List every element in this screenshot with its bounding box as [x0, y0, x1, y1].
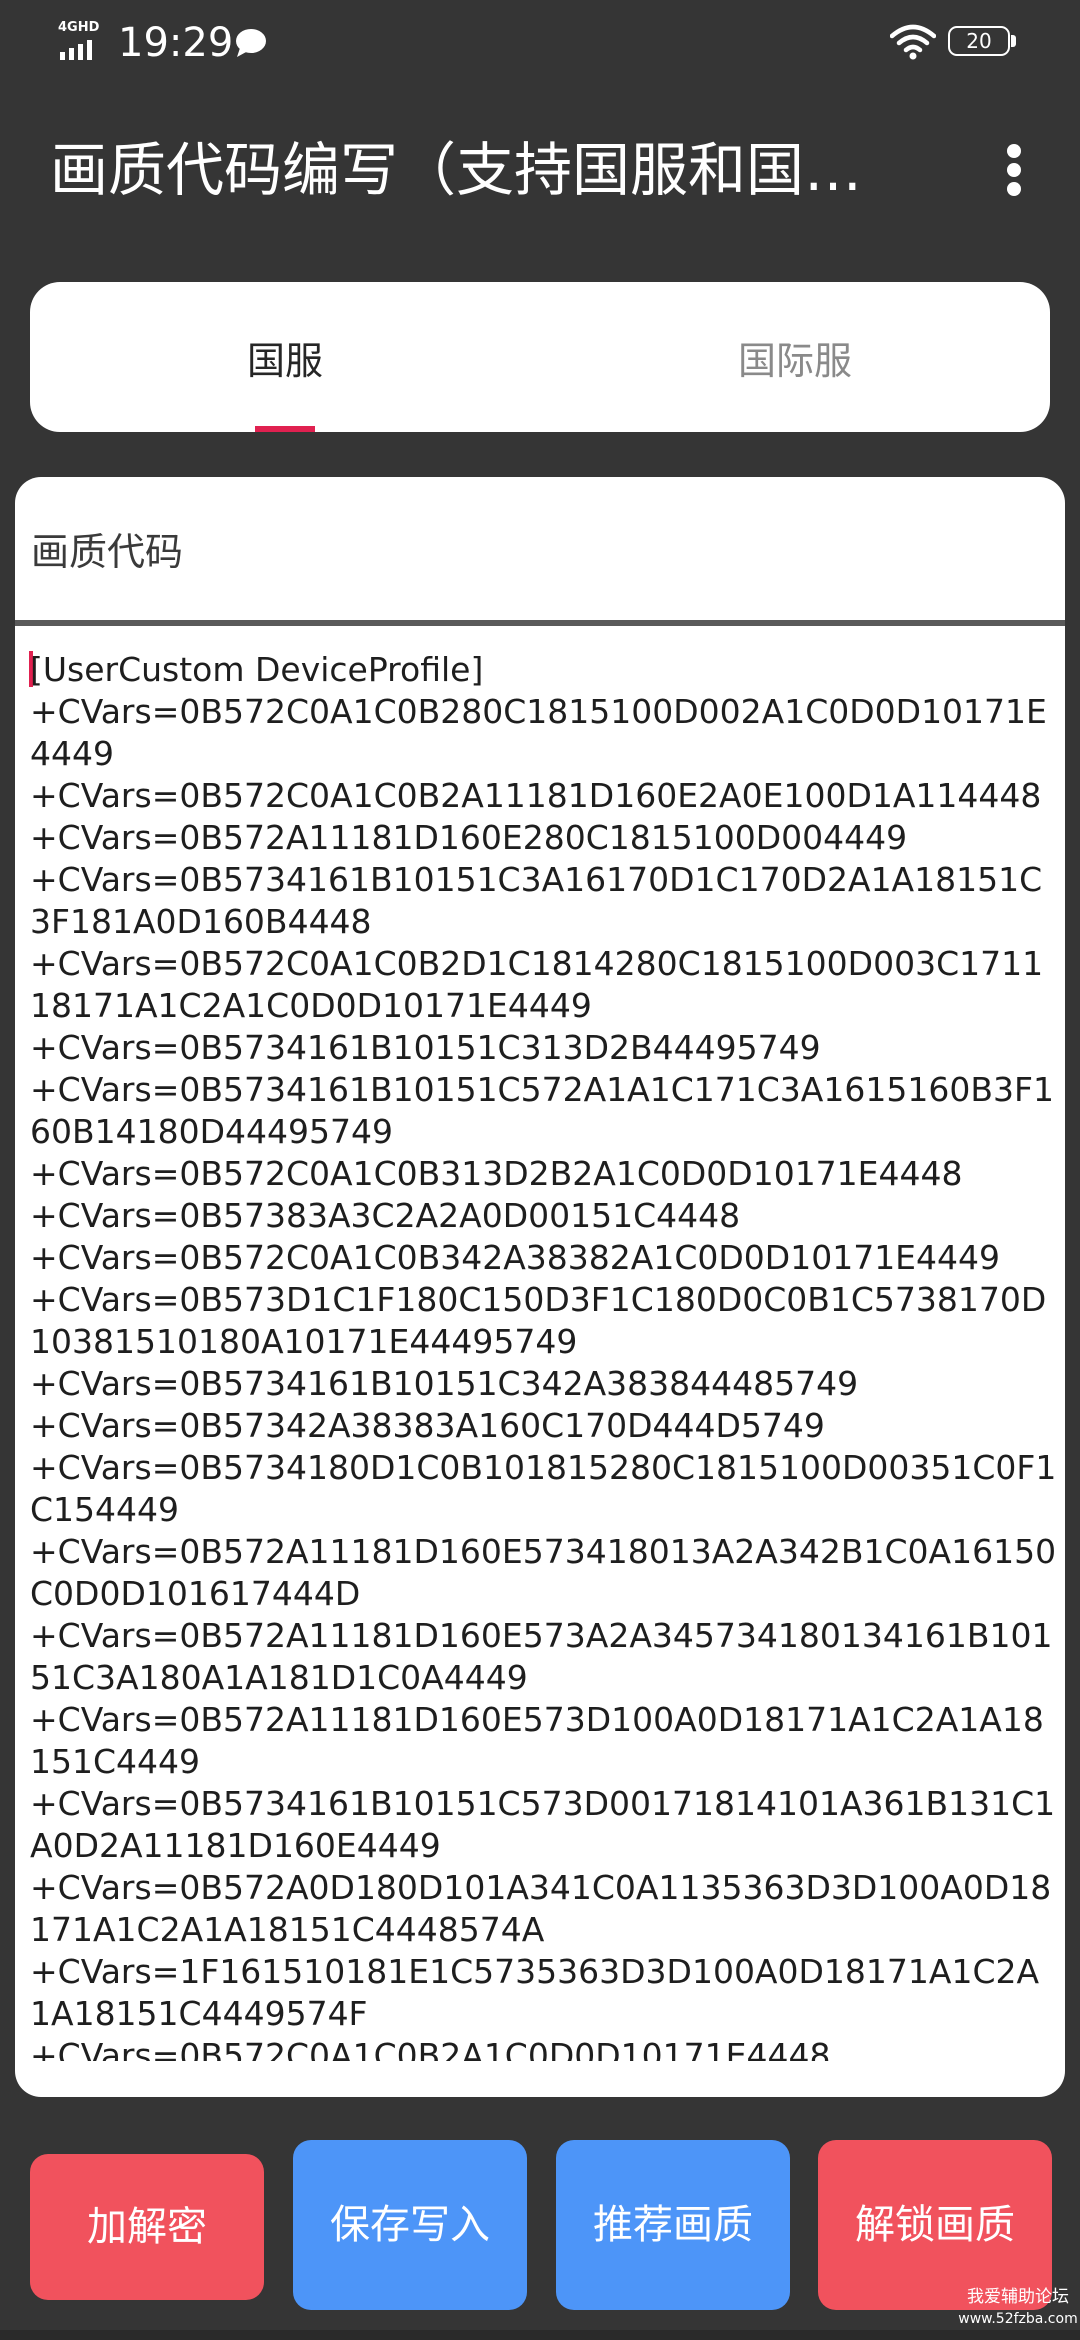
code-editor-card: 画质代码 [UserCustom DeviceProfile] +CVars=0… — [15, 477, 1065, 2097]
recommend-quality-button[interactable]: 推荐画质 — [556, 2140, 790, 2310]
code-textarea[interactable]: [UserCustom DeviceProfile] +CVars=0B572C… — [30, 649, 1060, 2061]
editor-header: 画质代码 — [31, 530, 184, 574]
watermark-name: 我爱辅助论坛 — [967, 2287, 1069, 2307]
action-button-row: 加解密 保存写入 推荐画质 解锁画质 — [0, 2140, 1080, 2310]
encrypt-decrypt-button[interactable]: 加解密 — [30, 2154, 264, 2300]
network-type: 4GHD — [58, 20, 100, 35]
battery-level: 20 — [948, 26, 1010, 56]
editor-divider — [15, 620, 1065, 626]
signal-icon: 4GHD — [58, 20, 108, 60]
wifi-icon — [890, 24, 936, 60]
watermark: 我爱辅助论坛 www.52fzba.com — [958, 2286, 1078, 2330]
status-bar: 4GHD 19:29 20 — [0, 0, 1080, 90]
more-vertical-icon[interactable] — [994, 130, 1034, 210]
status-time: 19:29 — [118, 20, 234, 66]
bottom-strip — [0, 2330, 1080, 2340]
watermark-url: www.52fzba.com — [958, 2311, 1078, 2327]
save-write-button[interactable]: 保存写入 — [293, 2140, 527, 2310]
chat-bubble-icon — [236, 29, 266, 57]
tab-global-server[interactable]: 国际服 — [540, 282, 1050, 432]
tab-indicator — [255, 426, 315, 432]
unlock-quality-button[interactable]: 解锁画质 — [818, 2140, 1052, 2310]
battery-icon: 20 — [948, 26, 1018, 58]
code-content: [UserCustom DeviceProfile] +CVars=0B572C… — [30, 650, 1057, 2061]
app-title: 画质代码编写（支持国服和国… — [50, 136, 863, 204]
tab-cn-server[interactable]: 国服 — [30, 282, 540, 432]
server-tab-bar: 国服 国际服 — [30, 282, 1050, 432]
